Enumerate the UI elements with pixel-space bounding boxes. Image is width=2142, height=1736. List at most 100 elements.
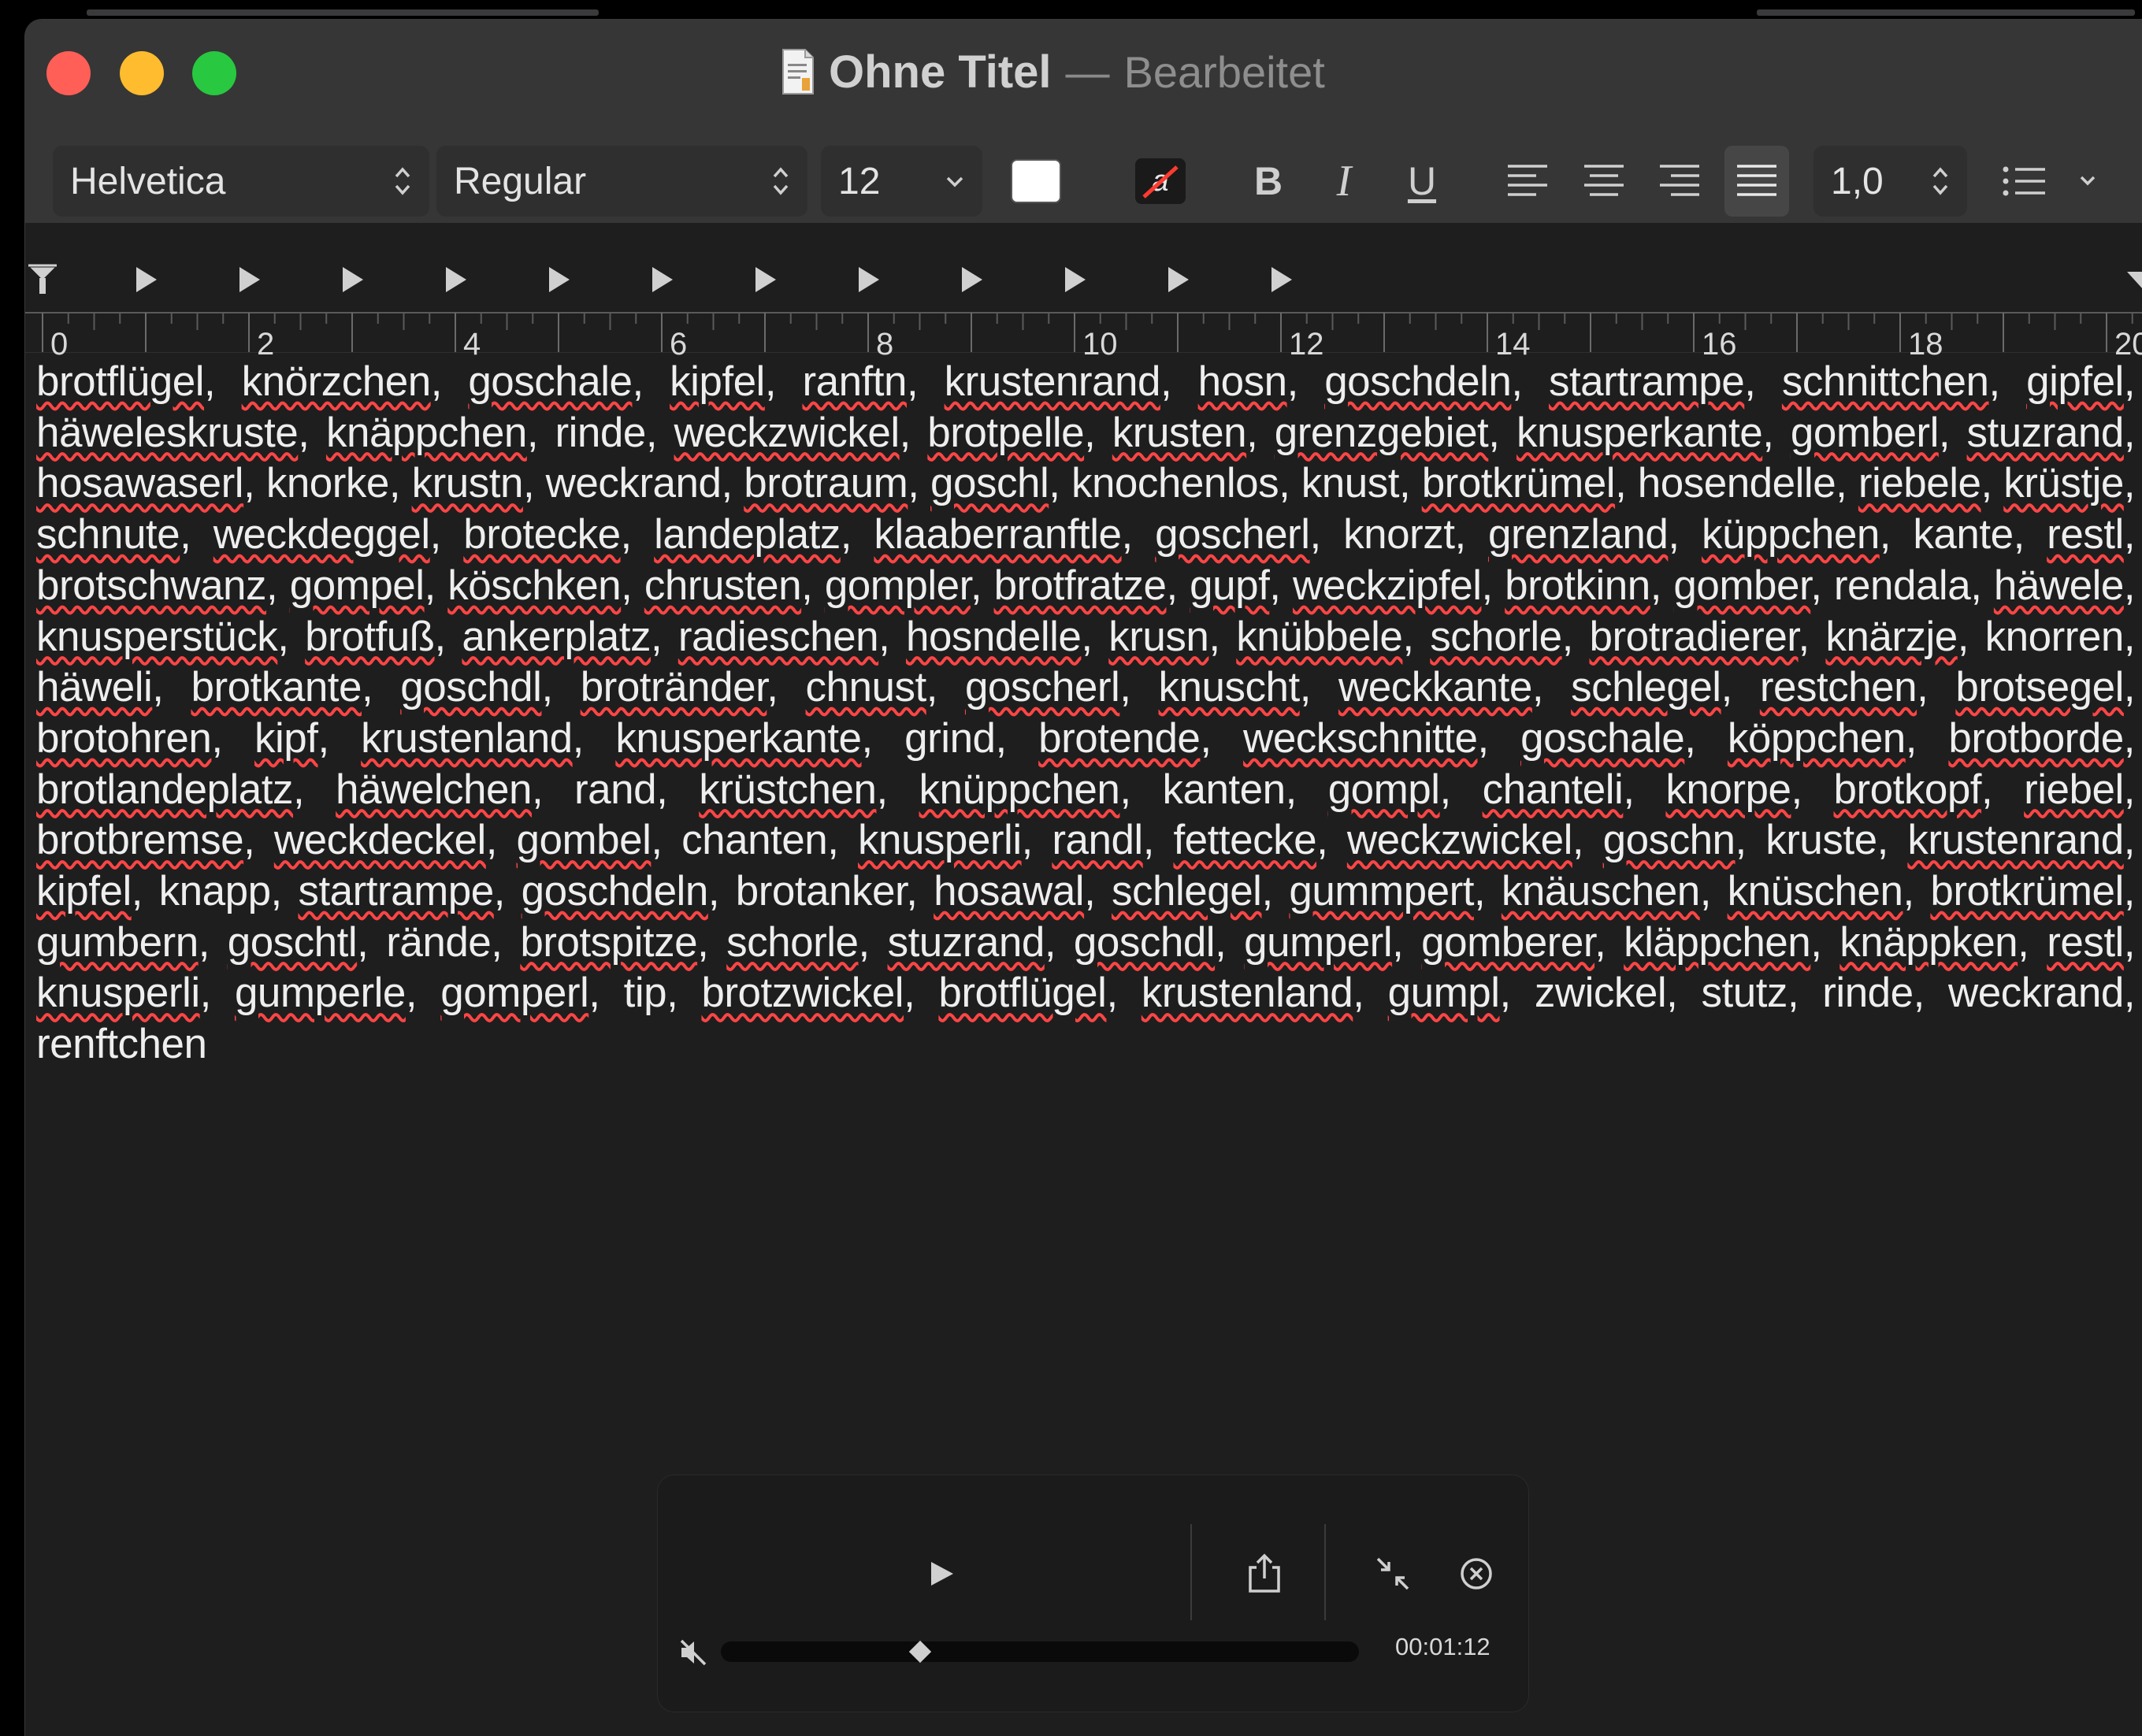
bold-button[interactable]: B	[1236, 146, 1301, 217]
document-word: startrampe	[1548, 358, 1745, 405]
document-word: gombel	[516, 817, 652, 864]
document-word: goschtl	[227, 918, 358, 966]
list-style-button[interactable]	[1987, 146, 2113, 217]
font-style-popup[interactable]: Regular	[436, 146, 807, 217]
document-word: startrampe	[298, 868, 494, 915]
align-left-icon	[1508, 165, 1547, 196]
document-word: kläppchen	[1624, 918, 1811, 966]
document-word: rand	[574, 766, 657, 813]
speaker-muted-icon	[680, 1639, 707, 1666]
document-word: gompl	[1327, 766, 1440, 813]
document-word: knüschen	[1727, 868, 1903, 915]
text-color-well[interactable]	[1004, 146, 1068, 217]
document-word: restl	[2047, 918, 2124, 966]
italic-button[interactable]: I	[1312, 146, 1376, 217]
timecode: 00:01:12	[1395, 1633, 1490, 1660]
document-word: rendala	[1833, 562, 1971, 609]
document-word: krustn	[411, 460, 524, 507]
align-justify-icon	[1737, 165, 1776, 196]
document-word: brotpelle	[927, 409, 1085, 456]
textedit-window: Ohne Titel — Bearbeitet Helvetica Regula…	[24, 19, 2142, 1736]
document-word: schorle	[1430, 613, 1562, 660]
title-separator: —	[1065, 46, 1110, 97]
share-button[interactable]	[1233, 1542, 1296, 1605]
document-word: knorren	[1984, 613, 2125, 660]
font-size-popup[interactable]: 12	[821, 146, 982, 217]
document-word: krusten	[1112, 409, 1247, 456]
document-word: randl	[1052, 817, 1143, 864]
align-right-icon	[1660, 165, 1699, 196]
document-word: weckzwickel	[1346, 817, 1573, 864]
window-title: Ohne Titel — Bearbeitet	[781, 40, 1325, 103]
updown-chevron-icon	[395, 167, 410, 195]
document-word: brotflügel	[938, 970, 1107, 1017]
document-word: knust	[1301, 460, 1400, 507]
document-word: zwickel	[1534, 970, 1667, 1017]
document-word: knäuschen	[1501, 868, 1700, 915]
document-word: chrusten	[644, 562, 802, 609]
document-word: weckkante	[1338, 664, 1532, 711]
document-word: rinde	[1822, 970, 1914, 1017]
document-word: kante	[1913, 511, 2014, 558]
share-icon	[1249, 1553, 1280, 1593]
document-word: brotkrümel	[1421, 460, 1616, 507]
document-word: goschdeln	[521, 868, 709, 915]
document-word: knusperstück	[36, 613, 278, 660]
align-justify-button[interactable]	[1724, 146, 1789, 217]
document-word: knörzchen	[241, 358, 432, 405]
document-word: gomperl	[440, 970, 589, 1017]
mute-button[interactable]	[674, 1633, 713, 1672]
document-word: weckzipfel	[1292, 562, 1482, 609]
close-player-button[interactable]	[1447, 1545, 1505, 1603]
document-word: knäppken	[1839, 918, 2018, 966]
document-word: goschdl	[400, 664, 542, 711]
document-word: hosndelle	[905, 613, 1082, 660]
play-button[interactable]	[914, 1546, 969, 1601]
document-word: brotlandeplatz	[36, 766, 293, 813]
close-button[interactable]	[46, 51, 91, 95]
document-word: gumbern	[36, 918, 199, 966]
ruler[interactable]: 02468101214161820	[25, 234, 2142, 362]
document-word: weckdeggel	[213, 511, 430, 558]
document-word: brotspitze	[520, 918, 698, 966]
text-document-icon	[782, 49, 814, 95]
underline-button[interactable]: U	[1390, 146, 1454, 217]
document-word: fettecke	[1173, 817, 1317, 864]
highlight-color-button[interactable]: a	[1128, 146, 1193, 217]
document-word: knusperkante	[1516, 409, 1763, 456]
document-word: häwelchen	[336, 766, 532, 813]
document-text[interactable]: brotflügel, knörzchen, goschale, kipfel,…	[36, 357, 2136, 1070]
align-left-button[interactable]	[1495, 146, 1560, 217]
align-center-button[interactable]	[1572, 146, 1636, 217]
document-word: brotende	[1038, 714, 1201, 762]
line-spacing-value: 1,0	[1831, 160, 1884, 202]
document-word: chnust	[805, 664, 927, 711]
font-family-value: Helvetica	[70, 160, 226, 202]
document-word: goschl	[930, 460, 1049, 507]
fullscreen-button[interactable]	[192, 51, 236, 95]
document-word: krustenland	[1141, 970, 1353, 1017]
font-family-popup[interactable]: Helvetica	[53, 146, 429, 217]
align-center-icon	[1584, 165, 1624, 196]
document-word: brotraum	[744, 460, 908, 507]
progress-bar[interactable]	[721, 1641, 1359, 1662]
document-word: köppchen	[1727, 714, 1906, 762]
document-word: stuzrand	[887, 918, 1045, 966]
line-spacing-popup[interactable]: 1,0	[1813, 146, 1967, 217]
align-right-button[interactable]	[1647, 146, 1712, 217]
top-strip-segment	[1757, 9, 2135, 16]
close-circle-icon	[1461, 1558, 1492, 1589]
document-word: brotanker	[735, 868, 907, 915]
document-word: knapp	[158, 868, 271, 915]
separator	[1324, 1524, 1326, 1620]
document-word: brotradierer	[1589, 613, 1799, 660]
updown-chevron-icon	[1932, 167, 1948, 195]
minimize-button[interactable]	[120, 51, 164, 95]
document-word: häwele	[1993, 562, 2124, 609]
document-status: Bearbeitet	[1123, 46, 1325, 97]
document-word: goschn	[1602, 817, 1736, 864]
document-word: stuzrand	[1966, 409, 2125, 456]
document-word: krusn	[1108, 613, 1209, 660]
document-word: knorke	[265, 460, 390, 507]
minimize-player-button[interactable]	[1361, 1542, 1424, 1605]
